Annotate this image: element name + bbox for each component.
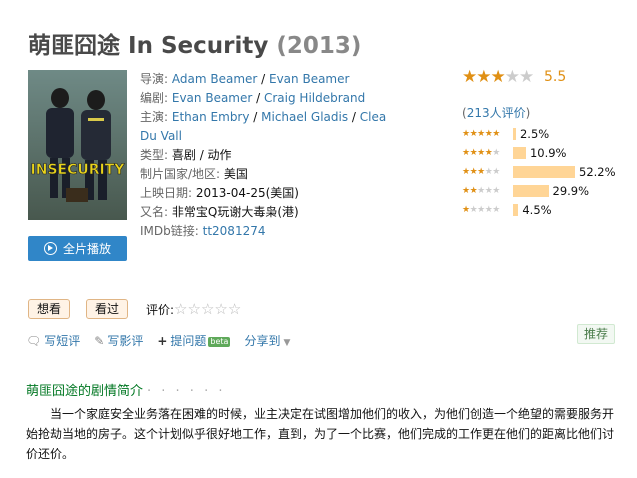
poster-image: INSECURITY	[28, 70, 127, 220]
cast-link[interactable]: Ethan Embry	[172, 110, 250, 124]
write-review-link[interactable]: ✎ 写影评	[94, 332, 143, 349]
rating-distribution-row: ★★★★★ 10.9%	[462, 145, 622, 161]
director-link[interactable]: Adam Beamer	[172, 72, 257, 86]
average-stars: ★★★★★	[462, 67, 534, 87]
rating-distribution-row: ★★★★★ 52.2%	[462, 164, 622, 180]
my-rating: 评价:☆☆☆☆☆	[146, 300, 241, 318]
heading-dots: · · · · · ·	[147, 384, 226, 399]
title-cn: 萌匪囧途	[28, 33, 120, 59]
play-circle-icon	[43, 242, 57, 255]
write-short-review-link[interactable]: 🗨 写短评	[26, 332, 80, 349]
country-label: 制片国家/地区:	[140, 167, 221, 181]
genre-value: 喜剧 / 动作	[171, 148, 232, 162]
action-bar: 🗨 写短评 ✎ 写影评 + 提问题 beta 分享到 ▼	[26, 332, 290, 349]
imdb-link[interactable]: tt2081274	[203, 224, 266, 238]
plus-icon: +	[157, 334, 168, 348]
beta-badge: beta	[208, 337, 231, 347]
rating-score: 5.5	[544, 69, 567, 85]
distribution-stars: ★★★★★	[462, 186, 500, 196]
rating-votes[interactable]: (213人评价)	[462, 104, 530, 121]
writer-link[interactable]: Evan Beamer	[172, 91, 252, 105]
distribution-bar	[513, 204, 519, 216]
title-year: (2013)	[276, 33, 362, 59]
aka-row: 又名: 非常宝Q玩谢大毒枭(港)	[140, 203, 390, 222]
movie-info: 导演: Adam Beamer / Evan Beamer 编剧: Evan B…	[140, 70, 390, 241]
movie-poster[interactable]: INSECURITY	[28, 70, 127, 220]
rate-stars-input[interactable]: ☆☆☆☆☆	[174, 300, 241, 318]
release-value: 2013-04-25(美国)	[195, 186, 299, 200]
distribution-stars: ★★★★★	[462, 129, 500, 139]
summary-heading: 萌匪囧途的剧情简介 · · · · · ·	[26, 384, 226, 399]
distribution-percent: 52.2%	[579, 165, 616, 179]
play-full-button[interactable]: 全片播放	[28, 236, 127, 261]
cast-label: 主演:	[140, 110, 169, 124]
pencil-icon: ✎	[94, 334, 105, 348]
recommend-button[interactable]: 推荐	[577, 324, 615, 344]
release-label: 上映日期:	[140, 186, 193, 200]
genre-row: 类型: 喜剧 / 动作	[140, 146, 390, 165]
distribution-stars: ★★★★★	[462, 167, 500, 177]
share-dropdown[interactable]: 分享到 ▼	[244, 332, 290, 349]
distribution-percent: 2.5%	[519, 127, 550, 141]
aka-value: 非常宝Q玩谢大毒枭(港)	[171, 205, 299, 219]
title-en: In Security	[128, 33, 269, 59]
distribution-percent: 4.5%	[522, 203, 552, 217]
imdb-label: IMDb链接:	[140, 224, 199, 238]
cast-link[interactable]: Michael Gladis	[261, 110, 348, 124]
director-link[interactable]: Evan Beamer	[269, 72, 349, 86]
release-row: 上映日期: 2013-04-25(美国)	[140, 184, 390, 203]
rating-distribution-row: ★★★★★ 29.9%	[462, 183, 622, 199]
distribution-bar	[513, 128, 516, 140]
country-value: 美国	[223, 167, 248, 181]
distribution-percent: 10.9%	[529, 146, 567, 160]
distribution-bar	[513, 185, 549, 197]
imdb-row: IMDb链接: tt2081274	[140, 222, 390, 241]
distribution-bar	[513, 166, 575, 178]
country-row: 制片国家/地区: 美国	[140, 165, 390, 184]
distribution-stars: ★★★★★	[462, 148, 500, 158]
votes-suffix: 人评价	[489, 106, 526, 120]
play-button-label: 全片播放	[62, 242, 111, 256]
writer-link[interactable]: Craig Hildebrand	[264, 91, 365, 105]
votes-count: 213	[466, 106, 490, 120]
rating-distribution-row: ★★★★★ 4.5%	[462, 202, 622, 218]
distribution-bar	[513, 147, 526, 159]
summary-text: 当一个家庭安全业务落在困难的时候，业主决定在试图增加他们的收入，为他们创造一个绝…	[26, 407, 615, 461]
watched-button[interactable]: 看过	[86, 299, 129, 319]
page-title: 萌匪囧途 In Security (2013)	[28, 26, 361, 60]
poster-logo: INSECURITY	[31, 162, 126, 178]
cast-row: 主演: Ethan Embry / Michael Gladis / Clea …	[140, 110, 387, 143]
genre-label: 类型:	[140, 148, 169, 162]
comment-icon: 🗨	[26, 334, 42, 348]
director-label: 导演:	[140, 72, 169, 86]
ask-question-link[interactable]: + 提问题 beta	[157, 332, 231, 349]
distribution-stars: ★★★★★	[462, 205, 500, 215]
writer-label: 编剧:	[140, 91, 169, 105]
my-rating-label: 评价:	[146, 303, 175, 317]
caret-down-icon: ▼	[283, 338, 291, 348]
rating-distribution-row: ★★★★★ 2.5%	[462, 126, 622, 142]
want-to-watch-button[interactable]: 想看	[28, 299, 71, 319]
writer-row: 编剧: Evan Beamer / Craig Hildebrand	[140, 91, 366, 105]
distribution-percent: 29.9%	[552, 184, 590, 198]
aka-label: 又名:	[140, 205, 169, 219]
director-row: 导演: Adam Beamer / Evan Beamer	[140, 72, 350, 86]
